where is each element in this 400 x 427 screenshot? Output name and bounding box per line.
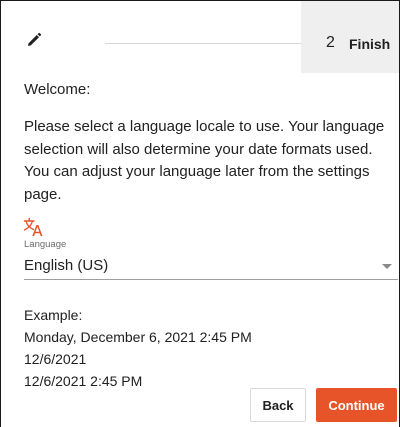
continue-button[interactable]: Continue bbox=[316, 388, 397, 422]
step-number: 2 bbox=[326, 34, 335, 51]
back-button[interactable]: Back bbox=[250, 388, 306, 422]
example-short-date: 12/6/2021 bbox=[24, 351, 87, 367]
step-finish[interactable]: 2 Finish bbox=[301, 1, 399, 73]
language-label: Language bbox=[24, 239, 67, 250]
stepper: 2 Finish bbox=[1, 1, 399, 73]
caret-down-icon bbox=[382, 264, 392, 269]
setup-wizard-dialog: 2 Finish Welcome: Please select a langua… bbox=[0, 0, 400, 427]
stepper-connector bbox=[105, 43, 307, 44]
pencil-icon[interactable] bbox=[26, 32, 42, 48]
translate-icon bbox=[23, 217, 43, 237]
example-short-datetime: 12/6/2021 2:45 PM bbox=[24, 373, 143, 389]
example-long-date: Monday, December 6, 2021 2:45 PM bbox=[24, 329, 252, 345]
example-heading: Example: bbox=[24, 307, 83, 323]
language-selected-value: English (US) bbox=[24, 257, 109, 274]
example-block: Example: Monday, December 6, 2021 2:45 P… bbox=[24, 304, 252, 392]
welcome-heading: Welcome: bbox=[24, 81, 91, 98]
language-select[interactable]: English (US) bbox=[24, 255, 398, 280]
description-text: Please select a language locale to use. … bbox=[24, 118, 385, 203]
step-label: Finish bbox=[349, 36, 391, 52]
